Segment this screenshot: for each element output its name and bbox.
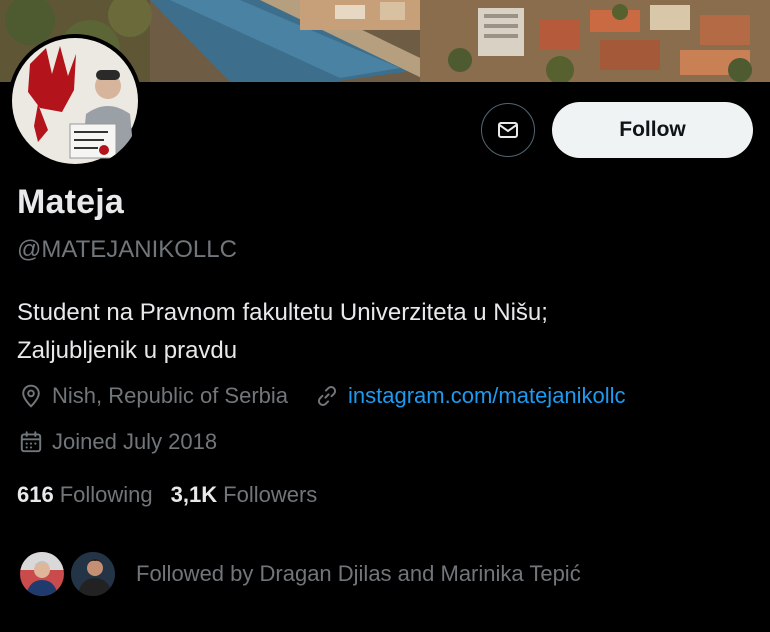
profile-meta-row: Nish, Republic of Serbia instagram.com/m… [18, 383, 626, 409]
joined-row: Joined July 2018 [18, 429, 217, 455]
followed-by-avatar[interactable] [17, 549, 67, 599]
bio-line: Student na Pravnom fakultetu Univerzitet… [17, 299, 548, 326]
website-link[interactable]: instagram.com/matejanikollc [348, 383, 626, 409]
location-pin-icon [22, 384, 40, 408]
follow-stats: 616 Following 3,1K Followers [17, 482, 317, 508]
followers-stat[interactable]: 3,1K Followers [171, 482, 318, 508]
profile-bio: Student na Pravnom fakultetu Univerzitet… [17, 294, 757, 370]
link-icon [317, 386, 337, 406]
following-label: Following [59, 482, 153, 507]
bio-line: Zaljubljenik u pravdu [17, 337, 238, 364]
location-text: Nish, Republic of Serbia [52, 383, 289, 408]
followed-by-avatar[interactable] [68, 549, 118, 599]
username-handle: @MATEJANIKOLLC [17, 236, 237, 263]
display-name: Mateja [17, 183, 125, 221]
avatar-image [8, 34, 142, 168]
following-count: 616 [17, 482, 54, 507]
mail-icon [498, 122, 518, 138]
follow-button[interactable]: Follow [552, 102, 753, 158]
joined-date: Joined July 2018 [52, 429, 218, 454]
avatar[interactable] [8, 34, 142, 168]
followers-label: Followers [223, 482, 318, 507]
followed-by-text[interactable]: Followed by Dragan Djilas and Marinika T… [136, 561, 581, 587]
avatar-image [20, 552, 64, 596]
following-stat[interactable]: 616 Following [17, 482, 153, 508]
message-button[interactable] [481, 103, 535, 157]
followers-count: 3,1K [170, 482, 218, 507]
calendar-icon [20, 431, 42, 453]
avatar-image [71, 552, 115, 596]
